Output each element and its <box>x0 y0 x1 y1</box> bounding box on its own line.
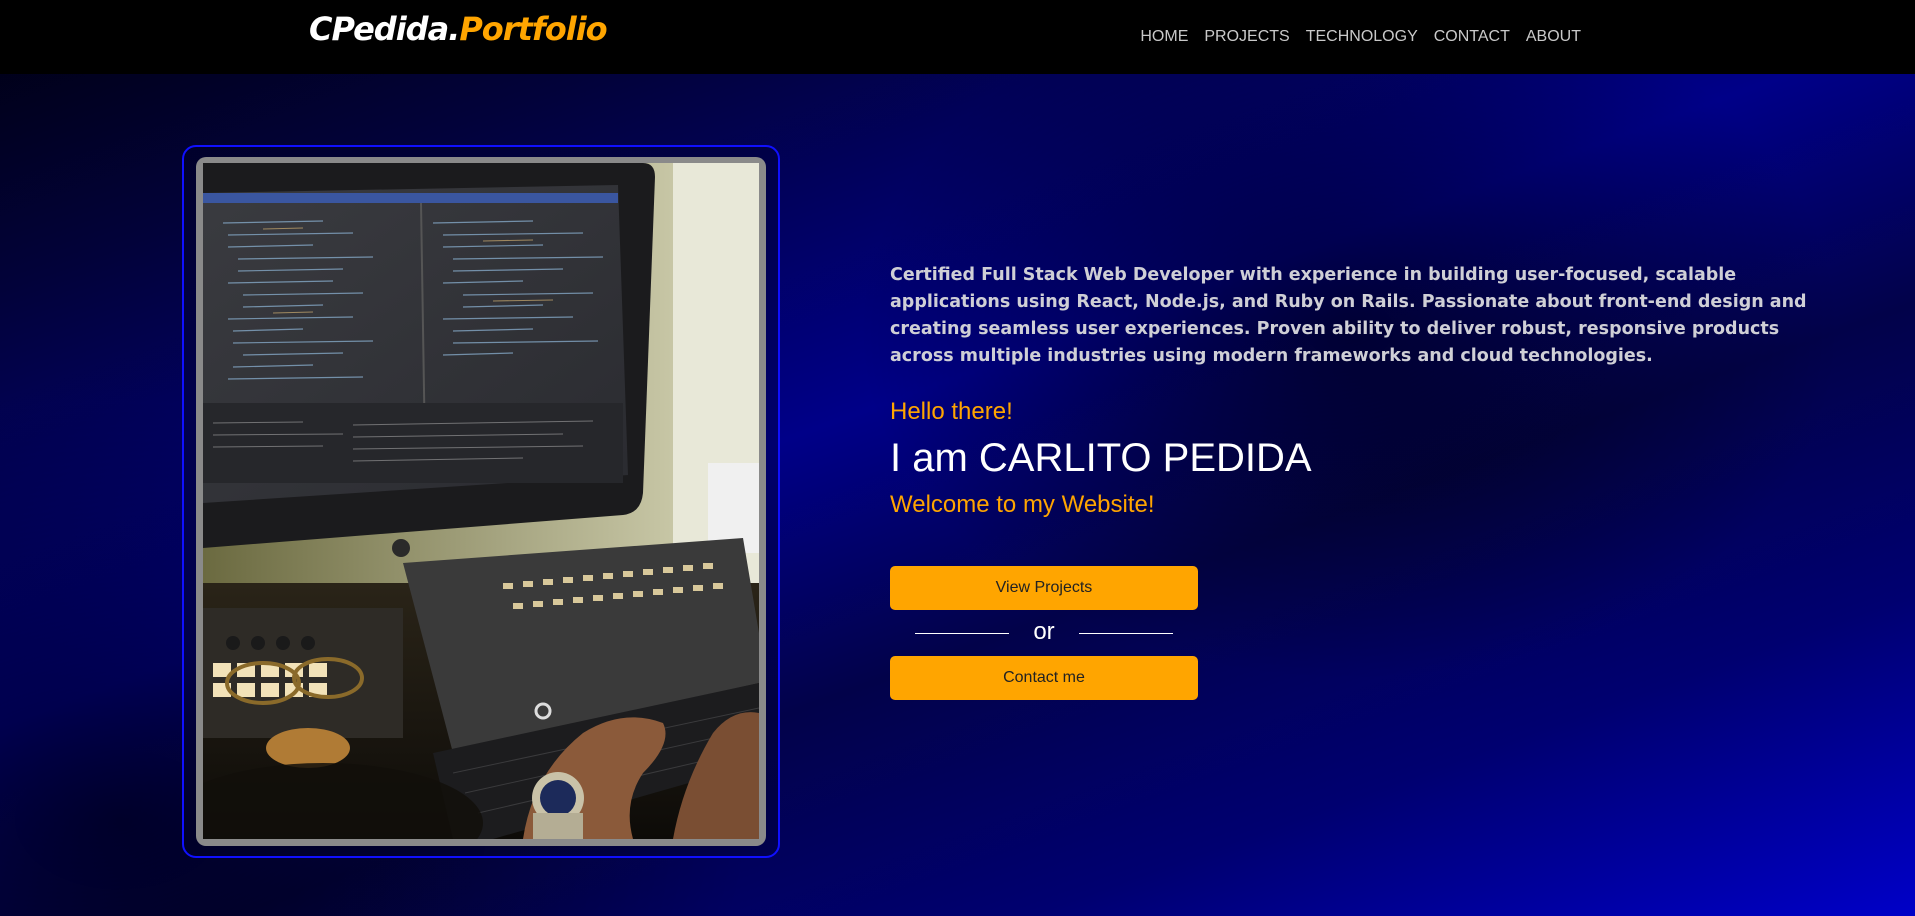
profile-photo-frame <box>182 145 780 858</box>
brand-logo[interactable]: CPedida.Portfolio <box>309 10 608 48</box>
hero-content: Certified Full Stack Web Developer with … <box>890 262 1820 700</box>
welcome-text: Welcome to my Website! <box>890 491 1155 518</box>
brand-suffix: Portfolio <box>459 10 607 48</box>
nav-link-contact[interactable]: CONTACT <box>1434 28 1510 46</box>
nav-link-about[interactable]: ABOUT <box>1526 28 1581 46</box>
nav-menu: HOME PROJECTS TECHNOLOGY CONTACT ABOUT <box>1140 28 1581 46</box>
divider-line-right <box>1079 633 1173 634</box>
contact-me-button[interactable]: Contact me <box>890 656 1198 700</box>
nav-link-projects[interactable]: PROJECTS <box>1204 28 1289 46</box>
brand-name: CPedida. <box>309 10 460 48</box>
nav-link-home[interactable]: HOME <box>1140 28 1188 46</box>
bio-text: Certified Full Stack Web Developer with … <box>890 265 1807 366</box>
view-projects-button[interactable]: View Projects <box>890 566 1198 610</box>
navbar: CPedida.Portfolio HOME PROJECTS TECHNOLO… <box>0 0 1915 74</box>
greeting-text: Hello there! <box>890 398 1013 425</box>
profile-photo-border <box>196 157 766 846</box>
profile-photo <box>203 163 759 839</box>
name-heading: I am CARLITO PEDIDA <box>890 436 1312 480</box>
nav-link-technology[interactable]: TECHNOLOGY <box>1306 28 1418 46</box>
or-text: or <box>1033 618 1055 645</box>
or-divider: or <box>890 610 1198 656</box>
